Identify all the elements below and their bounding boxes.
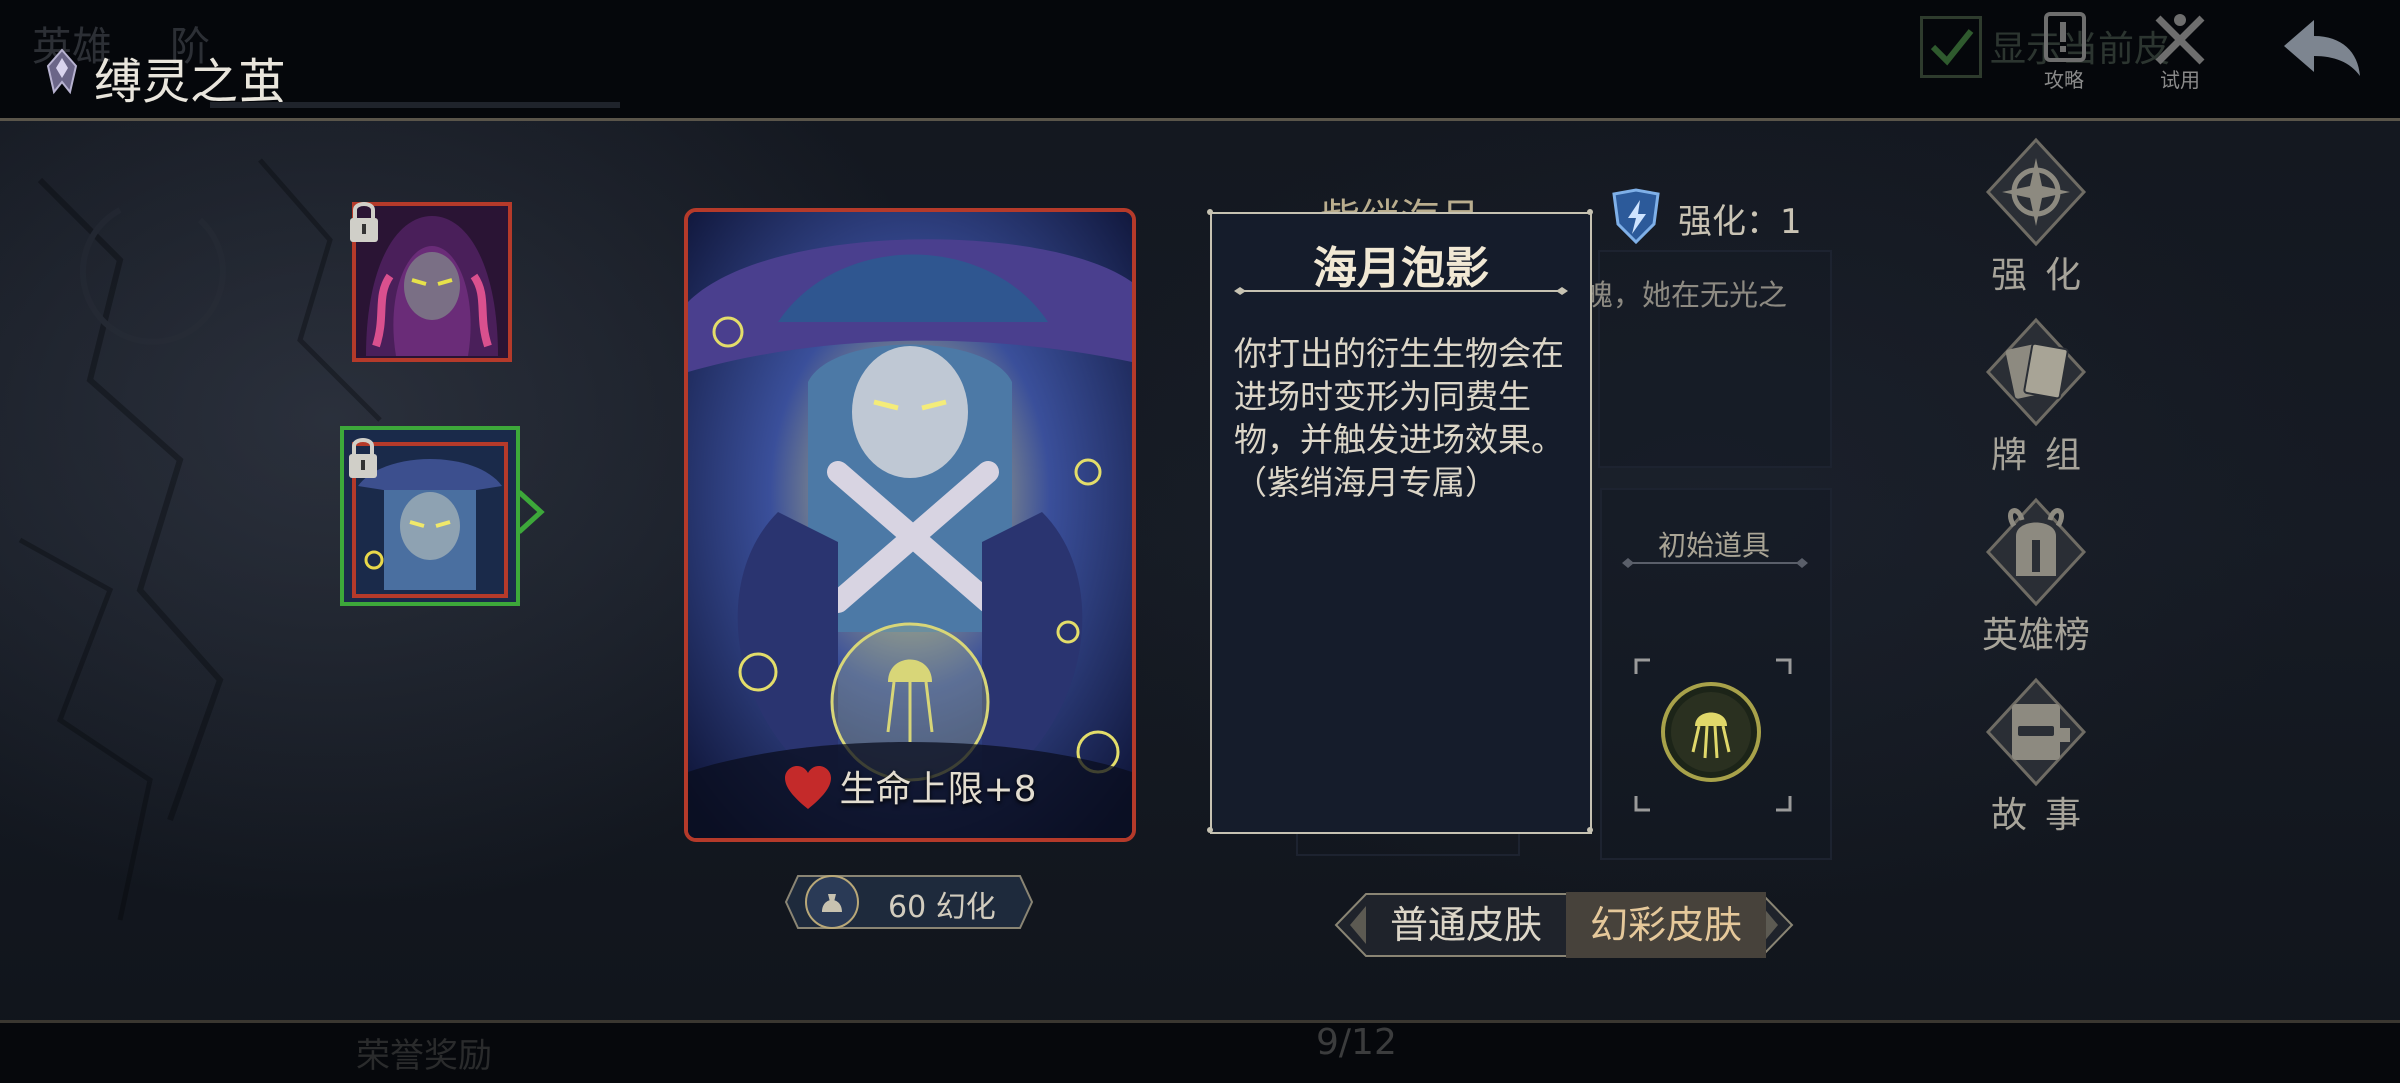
ranking-button[interactable]: 英雄榜 <box>1976 496 2096 666</box>
corner-dot <box>1207 209 1213 215</box>
lock-icon <box>349 438 377 478</box>
skill-tooltip: 海月泡影 你打出的衍生生物会在进场时变形为同费生物，并触发进场效果。（紫绡海月专… <box>1210 212 1592 834</box>
show-current-checkbox[interactable] <box>1920 16 1982 78</box>
cards-icon <box>1985 317 2087 427</box>
deck-label: 牌组 <box>1990 435 2099 476</box>
price-label: 60 幻化 <box>888 882 996 926</box>
deck-button[interactable]: 牌组 <box>1976 316 2096 486</box>
lock-icon <box>350 202 378 242</box>
corner-dot <box>1587 827 1593 833</box>
helmet-icon <box>1985 497 2087 607</box>
checkmark-icon <box>1930 29 1974 66</box>
trial-label: 试用 <box>2160 68 2200 92</box>
enhance-level: 强化：1 <box>1678 202 1802 242</box>
story-label: 故事 <box>1990 795 2099 836</box>
card-stat: 生命上限+8 <box>688 760 1132 812</box>
divider <box>1622 558 1808 568</box>
ranking-label: 英雄榜 <box>1981 615 2090 656</box>
card-artwork <box>688 212 1132 838</box>
tooltip-divider <box>1234 287 1568 295</box>
tooltip-body: 你打出的衍生生物会在进场时变形为同费生物，并触发进场效果。（紫绡海月专属） <box>1234 334 1564 502</box>
trial-button[interactable]: 试用 <box>2140 10 2220 92</box>
honor-reward-tab[interactable]: 荣誉奖励 <box>356 1028 492 1077</box>
normal-skin-button[interactable]: 普通皮肤 <box>1366 892 1566 958</box>
selected-arrow-icon <box>517 490 545 534</box>
crossed-swords-icon <box>2155 14 2205 65</box>
compass-star-icon <box>1985 137 2087 247</box>
book-icon <box>2044 12 2086 62</box>
lore-text: 魄，她在无光之 <box>1584 278 1788 312</box>
corner-dot <box>1207 827 1213 833</box>
price-unit: 幻化 <box>935 890 996 925</box>
enhance-button[interactable]: 强化 <box>1976 136 2096 306</box>
skin-toggle: 普通皮肤 幻彩皮肤 <box>1332 892 1796 958</box>
guide-label: 攻略 <box>2044 68 2084 92</box>
corner-dot <box>1587 209 1593 215</box>
enhance-label: 强化 <box>1990 255 2099 296</box>
heart-icon <box>785 766 832 809</box>
illusion-skin-button[interactable]: 幻彩皮肤 <box>1566 892 1766 958</box>
jellyfish-orb-icon[interactable] <box>1659 680 1763 784</box>
ghost-slider <box>210 102 620 108</box>
guide-button[interactable]: 攻略 <box>2024 10 2104 92</box>
page-indicator: 9/12 <box>1316 1022 1397 1063</box>
card-stat-text: 生命上限+8 <box>839 769 1037 810</box>
story-button[interactable]: 故事 <box>1976 676 2096 846</box>
book-icon <box>1985 677 2087 787</box>
price-value: 60 <box>888 890 927 925</box>
back-arrow-icon[interactable] <box>2280 14 2364 80</box>
faction-logo-icon <box>46 48 78 95</box>
skin-card: 生命上限+8 <box>684 208 1136 842</box>
enhance-rank-icon <box>1612 188 1660 244</box>
